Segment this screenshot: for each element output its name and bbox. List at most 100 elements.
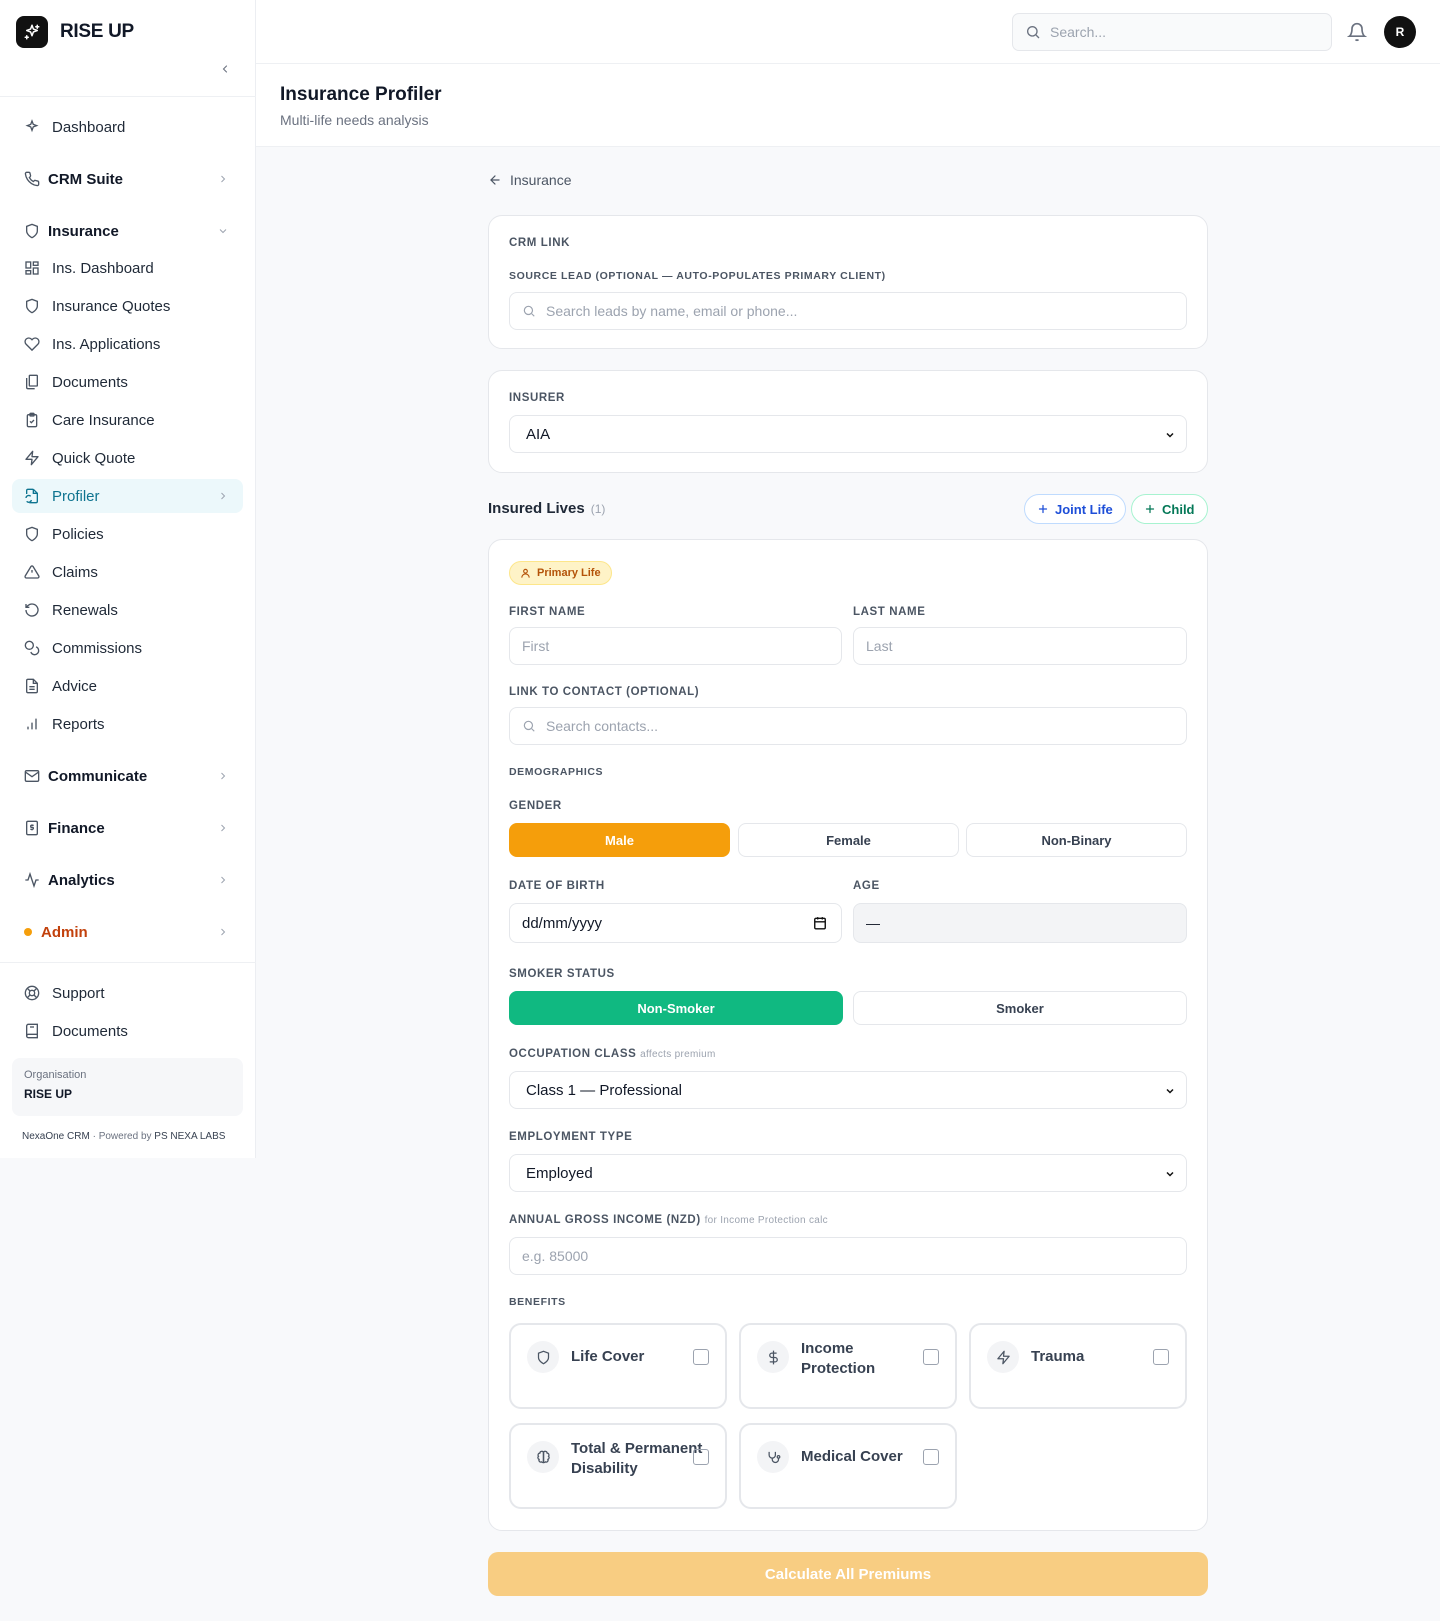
sidebar-item-help-documents[interactable]: Documents: [12, 1014, 243, 1048]
sidebar-item-renewals[interactable]: Renewals: [12, 593, 243, 627]
zap-icon: [25, 450, 39, 466]
sidebar-item-quick-quote[interactable]: Quick Quote: [12, 441, 243, 475]
contact-search-input[interactable]: Search contacts...: [509, 707, 1187, 745]
sidebar-divider: [0, 962, 256, 963]
sidebar-item-profiler[interactable]: Profiler: [12, 479, 243, 513]
dob-input[interactable]: dd/mm/yyyy: [509, 903, 842, 943]
sidebar-group-label: Finance: [48, 819, 105, 837]
insurer-select[interactable]: AIA: [509, 415, 1187, 453]
sidebar-item-reports[interactable]: Reports: [12, 707, 243, 741]
occupation-class-select[interactable]: Class 1 — Professional: [509, 1071, 1187, 1109]
contact-label: LINK TO CONTACT (OPTIONAL): [509, 686, 700, 698]
benefit-life-cover[interactable]: Life Cover: [509, 1323, 727, 1409]
sidebar-group-crm-suite[interactable]: CRM Suite: [12, 162, 243, 196]
occupation-class-label: OCCUPATION CLASS affects premium: [509, 1048, 716, 1060]
sidebar-item-dashboard[interactable]: Dashboard: [12, 110, 243, 144]
heart-icon: [24, 337, 40, 352]
sidebar-item-label: Quick Quote: [52, 449, 136, 467]
benefit-medical-cover[interactable]: Medical Cover: [739, 1423, 957, 1509]
sidebar-group-label: Admin: [41, 923, 88, 941]
benefit-checkbox[interactable]: [693, 1449, 709, 1465]
bell-icon[interactable]: [1347, 22, 1367, 42]
bar-chart-icon: [27, 718, 37, 730]
sidebar-group-communicate[interactable]: Communicate: [12, 759, 243, 793]
gender-option-female[interactable]: Female: [738, 823, 959, 857]
annual-income-input[interactable]: e.g. 85000: [509, 1237, 1187, 1275]
source-lead-search-input[interactable]: Search leads by name, email or phone...: [509, 292, 1187, 330]
sidebar-item-label: Renewals: [52, 601, 118, 619]
sidebar-item-label: Support: [52, 984, 105, 1002]
back-link[interactable]: Insurance: [488, 172, 571, 188]
benefit-checkbox[interactable]: [1153, 1349, 1169, 1365]
benefit-name: Trauma: [1031, 1348, 1085, 1365]
collapse-sidebar-button[interactable]: [216, 60, 234, 78]
benefit-income-protection[interactable]: Income Protection: [739, 1323, 957, 1409]
chevron-right-icon: [221, 928, 226, 936]
gender-option-male[interactable]: Male: [509, 823, 730, 857]
smoker-option-smoker[interactable]: Smoker: [853, 991, 1187, 1025]
income-note: for Income Protection calc: [704, 1215, 828, 1226]
sidebar-item-ins-applications[interactable]: Ins. Applications: [12, 327, 243, 361]
sidebar-group-finance[interactable]: Finance: [12, 811, 243, 845]
sidebar-item-label: Ins. Dashboard: [52, 259, 154, 277]
benefit-trauma[interactable]: Trauma: [969, 1323, 1187, 1409]
sidebar-item-support[interactable]: Support: [12, 976, 243, 1010]
benefit-checkbox[interactable]: [923, 1349, 939, 1365]
benefits-label: BENEFITS: [509, 1296, 566, 1308]
sidebar-item-claims[interactable]: Claims: [12, 555, 243, 589]
gender-label: GENDER: [509, 800, 562, 812]
insurer-card: INSURER AIA: [488, 370, 1208, 473]
sidebar-item-commissions[interactable]: Commissions: [12, 631, 243, 665]
smoker-option-non-smoker[interactable]: Non-Smoker: [509, 991, 843, 1025]
search-icon: [523, 305, 535, 317]
dob-value: dd/mm/yyyy: [522, 914, 603, 932]
sidebar-footer: NexaOne CRM · Powered by PS NEXA LABS: [22, 1131, 225, 1142]
sidebar-item-label: Advice: [52, 677, 98, 695]
sidebar-item-label: Reports: [52, 715, 105, 733]
sidebar-item-documents[interactable]: Documents: [12, 365, 243, 399]
employment-type-select[interactable]: Employed: [509, 1154, 1187, 1192]
insured-lives-count: (1): [590, 502, 606, 516]
chevron-down-icon: [1166, 1171, 1174, 1177]
add-child-button[interactable]: Child: [1131, 494, 1208, 524]
footer-company: PS NEXA LABS: [154, 1131, 226, 1142]
sidebar-group-analytics[interactable]: Analytics: [12, 863, 243, 897]
last-name-placeholder: Last: [866, 638, 893, 654]
sidebar-item-care-insurance[interactable]: Care Insurance: [12, 403, 243, 437]
organisation-card[interactable]: Organisation RISE UP: [12, 1058, 243, 1116]
footer-powered-by: · Powered by: [92, 1131, 152, 1142]
sidebar-item-label: Dashboard: [52, 118, 126, 136]
topbar: Search... R: [256, 0, 1440, 64]
plus-icon: [1145, 504, 1155, 514]
sidebar-group-admin[interactable]: Admin: [12, 915, 243, 949]
brand[interactable]: RISE UP: [0, 0, 255, 64]
occupation-note: affects premium: [640, 1049, 716, 1060]
last-name-input[interactable]: Last: [853, 627, 1187, 665]
benefit-tpd[interactable]: Total & Permanent Disability: [509, 1423, 727, 1509]
primary-life-card: Primary Life FIRST NAME First LAST NAME …: [488, 539, 1208, 1531]
benefit-name: Life Cover: [571, 1348, 645, 1365]
sidebar: RISE UP Dashboard CRM Suite Insurance In…: [0, 0, 256, 1158]
primary-life-badge: Primary Life: [509, 561, 612, 585]
add-joint-life-button[interactable]: Joint Life: [1024, 494, 1126, 524]
shield-icon: [26, 223, 38, 239]
annual-income-placeholder: e.g. 85000: [522, 1248, 589, 1264]
benefit-checkbox[interactable]: [693, 1349, 709, 1365]
sidebar-group-insurance[interactable]: Insurance: [12, 214, 243, 248]
sidebar-item-advice[interactable]: Advice: [12, 669, 243, 703]
avatar[interactable]: R: [1384, 16, 1416, 48]
global-search-input[interactable]: Search...: [1012, 13, 1332, 51]
calculate-all-premiums-button[interactable]: Calculate All Premiums: [488, 1552, 1208, 1596]
benefit-name: Income Protection: [801, 1340, 876, 1377]
age-field: —: [853, 903, 1187, 943]
sidebar-item-label: Commissions: [52, 639, 143, 657]
benefit-checkbox[interactable]: [923, 1449, 939, 1465]
gender-option-non-binary[interactable]: Non-Binary: [966, 823, 1187, 857]
first-name-input[interactable]: First: [509, 627, 842, 665]
coins-icon: [24, 640, 40, 656]
zap-icon: [987, 1341, 1019, 1373]
sidebar-item-policies[interactable]: Policies: [12, 517, 243, 551]
sidebar-item-ins-dashboard[interactable]: Ins. Dashboard: [12, 251, 243, 285]
sparkles-icon: [16, 16, 48, 48]
sidebar-item-insurance-quotes[interactable]: Insurance Quotes: [12, 289, 243, 323]
